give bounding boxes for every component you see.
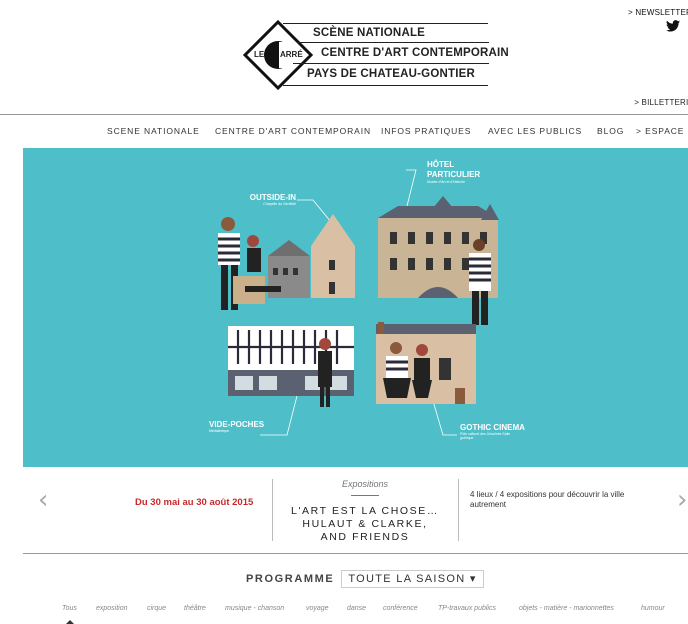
event-title-line-1: L'ART EST LA CHOSE…: [291, 505, 439, 517]
site-logo[interactable]: LE ARRÉ SCÈNE NATIONALE CENTRE D'ART CON…: [243, 20, 509, 90]
nav-espace-pro[interactable]: > ESPACE PRO: [636, 126, 688, 136]
filter-humour[interactable]: humour: [641, 605, 665, 612]
newsletter-link[interactable]: > NEWSLETTER: [628, 8, 688, 17]
logo-rule-4: [283, 85, 488, 86]
label-gothic-subtitle: Pôle culturel des Ursulines Salle gothiq…: [460, 432, 511, 440]
label-hotel-title: HÔTEL PARTICULIER: [427, 160, 481, 179]
filter-danse[interactable]: danse: [347, 605, 366, 612]
filter-theatre[interactable]: théâtre: [184, 605, 206, 612]
programme-label: PROGRAMME: [246, 573, 335, 585]
logo-line-3: PAYS DE CHATEAU-GONTIER: [307, 68, 475, 80]
label-hotel-subtitle: Musée d'Art et d'Histoire: [427, 180, 465, 184]
season-select[interactable]: TOUTE LA SAISON ▾: [341, 570, 484, 588]
event-category[interactable]: Expositions: [273, 479, 457, 489]
label-vide-poches[interactable]: VIDE-POCHES Médiathèque: [209, 420, 265, 433]
label-vide-poches-title: VIDE-POCHES: [209, 420, 265, 429]
nav-avec-les-publics[interactable]: AVEC LES PUBLICS: [488, 126, 582, 136]
cinema-building: [376, 322, 476, 404]
filter-tous[interactable]: Tous: [62, 605, 77, 612]
active-filter-indicator: [66, 620, 74, 624]
chevron-left-icon[interactable]: ‹: [38, 485, 48, 515]
label-outside-in[interactable]: OUTSIDE-IN Chapelle du Genêteil: [240, 193, 296, 206]
nav-scene-nationale[interactable]: SCENE NATIONALE: [107, 126, 200, 136]
label-vide-poches-subtitle: Médiathèque: [209, 429, 230, 433]
hotel-building: [378, 196, 499, 325]
label-outside-in-subtitle: Chapelle du Genêteil: [263, 202, 296, 206]
event-dates: Du 30 mai au 30 août 2015: [135, 497, 254, 508]
logo-line-1: SCÈNE NATIONALE: [313, 27, 426, 39]
event-description: 4 lieux / 4 expositions pour découvrir l…: [470, 490, 625, 509]
filter-conference[interactable]: conférence: [383, 605, 418, 612]
label-gothic-title: GOTHIC CINEMA: [460, 423, 525, 432]
mediatheque-building: [228, 326, 354, 407]
chevron-right-icon[interactable]: ›: [677, 485, 687, 515]
label-hotel-particulier[interactable]: HÔTEL PARTICULIER Musée d'Art et d'Histo…: [427, 160, 497, 184]
logo-monogram-carre: ARRÉ: [280, 50, 303, 59]
event-title-line-3: AND FRIENDS: [320, 531, 410, 543]
hero-banner[interactable]: OUTSIDE-IN Chapelle du Genêteil HÔTEL PA…: [23, 148, 688, 467]
filter-voyage[interactable]: voyage: [306, 605, 329, 612]
chapel-building: [268, 214, 355, 298]
logo-rule-1: [283, 23, 488, 24]
event-title[interactable]: L'ART EST LA CHOSE… HULAUT & CLARKE, AND…: [273, 505, 457, 544]
label-outside-in-title: OUTSIDE-IN: [249, 193, 296, 202]
carousel-divider: [23, 553, 688, 554]
nav-centre-art[interactable]: CENTRE D'ART CONTEMPORAIN: [215, 126, 371, 136]
nav-infos-pratiques[interactable]: INFOS PRATIQUES: [381, 126, 471, 136]
logo-line-2: CENTRE D'ART CONTEMPORAIN: [321, 47, 509, 59]
logo-monogram-le: LE: [254, 50, 265, 59]
label-gothic-cinema[interactable]: GOTHIC CINEMA Pôle culturel des Ursuline…: [460, 423, 550, 440]
filter-objets-marionnettes[interactable]: objets - matière - marionnettes: [519, 605, 614, 612]
twitter-icon[interactable]: [666, 20, 680, 32]
category-underline: [351, 495, 379, 496]
billetterie-link[interactable]: > BILLETTERIE: [634, 98, 688, 107]
logo-rule-3: [293, 63, 489, 64]
logo-rule-2: [297, 42, 489, 43]
filter-tp-travaux-publics[interactable]: TP-travaux publics: [438, 605, 496, 612]
carousel-divider-right: [458, 479, 459, 541]
filter-cirque[interactable]: cirque: [147, 605, 166, 612]
event-title-line-2: HULAUT & CLARKE,: [302, 518, 428, 530]
event-carousel: ‹ Du 30 mai au 30 août 2015 Expositions …: [0, 467, 688, 553]
nav-blog[interactable]: BLOG: [597, 126, 624, 136]
hero-illustration: [218, 169, 499, 436]
filter-musique-chanson[interactable]: musique - chanson: [225, 605, 284, 612]
header-divider: [0, 114, 688, 115]
filter-exposition[interactable]: exposition: [96, 605, 128, 612]
